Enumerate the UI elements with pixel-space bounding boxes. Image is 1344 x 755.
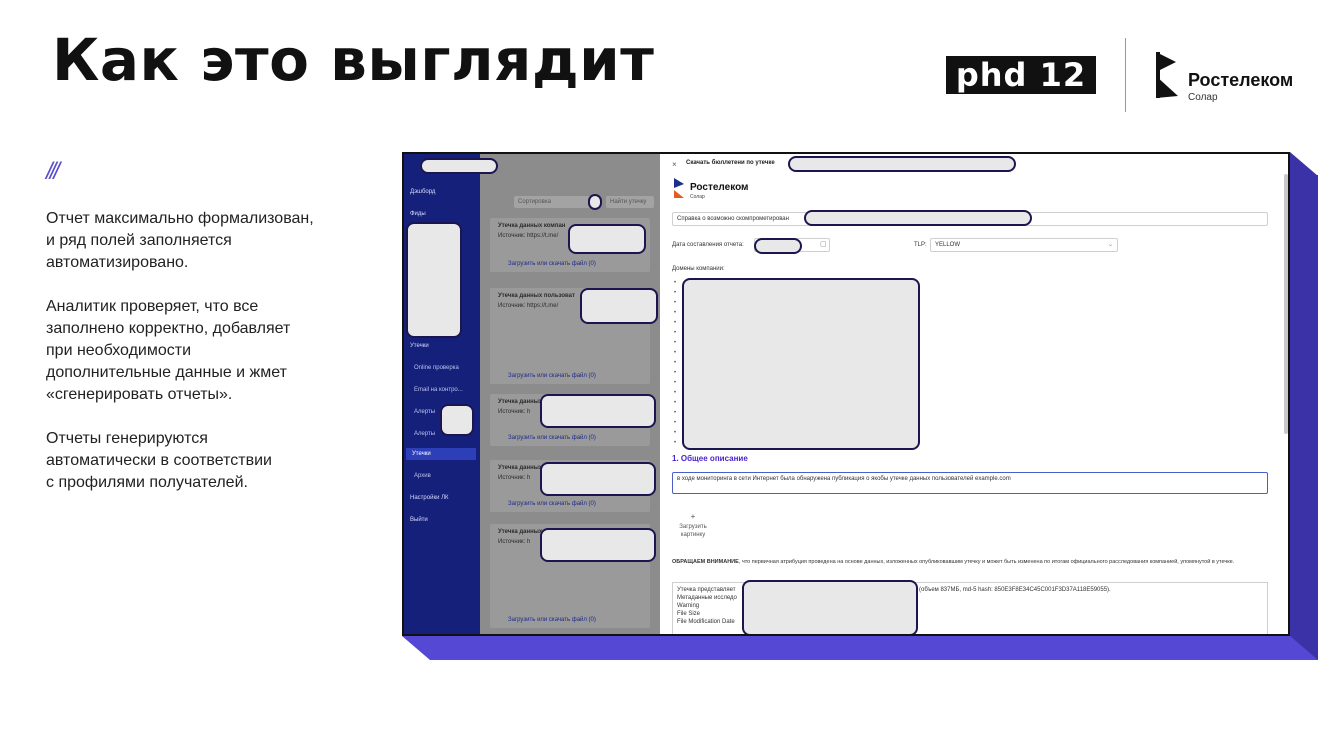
upload-label: Загрузить картинку — [679, 524, 707, 538]
sidebar-item-leaks-active[interactable]: Утечки — [406, 448, 476, 460]
attention-text: , что первичная атрибуция проведена на о… — [738, 559, 1235, 565]
close-icon[interactable]: × — [672, 160, 677, 169]
sidebar-item-logout[interactable]: Выйти — [410, 514, 428, 526]
modal-logo-name: Ростелеком — [690, 182, 749, 193]
plus-icon: + — [690, 512, 696, 521]
redacted-card-5 — [540, 528, 656, 562]
redacted-app-name — [420, 158, 498, 174]
redacted-card-4 — [540, 462, 656, 496]
modal-header: Скачать бюллетени по утечке — [686, 160, 775, 166]
leaks-list-panel: Сортировка Найти утечку Утечка данных ко… — [480, 154, 660, 634]
domain-list-bullets: • • • • • • • • • • • • • • • • • — [674, 280, 677, 446]
file-hash: (объем 837МБ, md-5 hash: 850E3F8E34C45C0… — [919, 587, 1111, 593]
decorative-slashes: /// — [46, 158, 60, 185]
search-input[interactable]: Найти утечку — [606, 196, 654, 208]
leak-card-file-link[interactable]: Загрузить или скачать файл (0) — [508, 261, 596, 267]
redacted-alerts — [440, 404, 474, 436]
brand-divider — [1125, 38, 1126, 112]
domains-label: Домены компании: — [672, 266, 725, 272]
sidebar-item-dashboard[interactable]: Дэшборд — [410, 186, 435, 198]
frame-side — [1290, 152, 1318, 660]
modal-logo-sub: Солар — [690, 194, 705, 200]
sidebar-item-settings[interactable]: Настройки ЛК — [410, 492, 449, 504]
sidebar-item-archive[interactable]: Архив — [414, 470, 431, 482]
date-label: Дата составления отчета: — [672, 242, 744, 248]
frame-bottom — [402, 636, 1318, 660]
rostelecom-logo-icon — [1156, 52, 1178, 98]
sidebar-item-email-check[interactable]: Email на контро... — [414, 384, 463, 396]
redacted-feeds — [406, 222, 462, 338]
paragraph-3: Отчеты генерируются автоматически в соот… — [46, 430, 272, 491]
calendar-icon[interactable]: ▢ — [820, 240, 827, 248]
leak-card-file-link[interactable]: Загрузить или скачать файл (0) — [508, 435, 596, 441]
rostelecom-name: Ростелеком — [1188, 70, 1294, 90]
sidebar-item-leaks[interactable]: Утечки — [410, 340, 429, 352]
sidebar-item-alerts[interactable]: Алерты — [414, 406, 435, 418]
redacted-date — [754, 238, 802, 254]
paragraph-1: Отчет максимально формализован, и ряд по… — [46, 210, 314, 271]
app-screenshot: Дэшборд Фиды Утечки Online проверка Emai… — [402, 152, 1290, 636]
paragraph-2: Аналитик проверяет, что все заполнено ко… — [46, 298, 291, 403]
attention-bold: ОБРАЩАЕМ ВНИМАНИЕ — [672, 559, 739, 565]
redacted-card-2 — [580, 288, 658, 324]
redacted-subject — [804, 210, 1032, 226]
slide-title: Как это выглядит — [52, 26, 655, 94]
phd-logo: phd 12 — [946, 56, 1096, 94]
sidebar-item-online-check[interactable]: Online проверка — [414, 362, 459, 374]
general-description-field[interactable]: в ходе мониторинга в сети Интернет была … — [672, 472, 1268, 494]
rostelecom-icon — [674, 178, 684, 198]
leak-card-file-link[interactable]: Загрузить или скачать файл (0) — [508, 373, 596, 379]
redacted-file-details — [742, 580, 918, 634]
bulletin-modal: × Скачать бюллетени по утечке Ростелеком… — [660, 154, 1288, 634]
upload-image-button[interactable]: + Загрузить картинку — [672, 504, 714, 548]
redacted-domains — [682, 278, 920, 450]
chevron-down-icon[interactable]: ⌄ — [1108, 241, 1113, 248]
app-sidebar: Дэшборд Фиды Утечки Online проверка Emai… — [404, 154, 498, 634]
leak-card-file-link[interactable]: Загрузить или скачать файл (0) — [508, 617, 596, 623]
sidebar-item-feeds[interactable]: Фиды — [410, 208, 426, 220]
sort-select[interactable]: Сортировка — [514, 196, 596, 208]
attention-note: ОБРАЩАЕМ ВНИМАНИЕ, что первичная атрибуц… — [672, 558, 1272, 566]
section-general-title: 1. Общее описание — [672, 454, 748, 463]
redacted-filter — [588, 194, 602, 210]
modal-scrollbar[interactable] — [1284, 174, 1288, 434]
brand-area: phd 12 Ростелеком Солар — [940, 38, 1320, 114]
redacted-card-1 — [568, 224, 646, 254]
tlp-label: TLP: — [914, 242, 927, 248]
redacted-card-3 — [540, 394, 656, 428]
description-text: Отчет максимально формализован, и ряд по… — [46, 208, 366, 516]
leak-card-file-link[interactable]: Загрузить или скачать файл (0) — [508, 501, 596, 507]
redacted-header — [788, 156, 1016, 172]
sidebar-item-alerts-2[interactable]: Алерты — [414, 428, 435, 440]
rostelecom-sub: Солар — [1188, 92, 1218, 103]
tlp-select[interactable]: YELLOW — [930, 238, 1118, 252]
